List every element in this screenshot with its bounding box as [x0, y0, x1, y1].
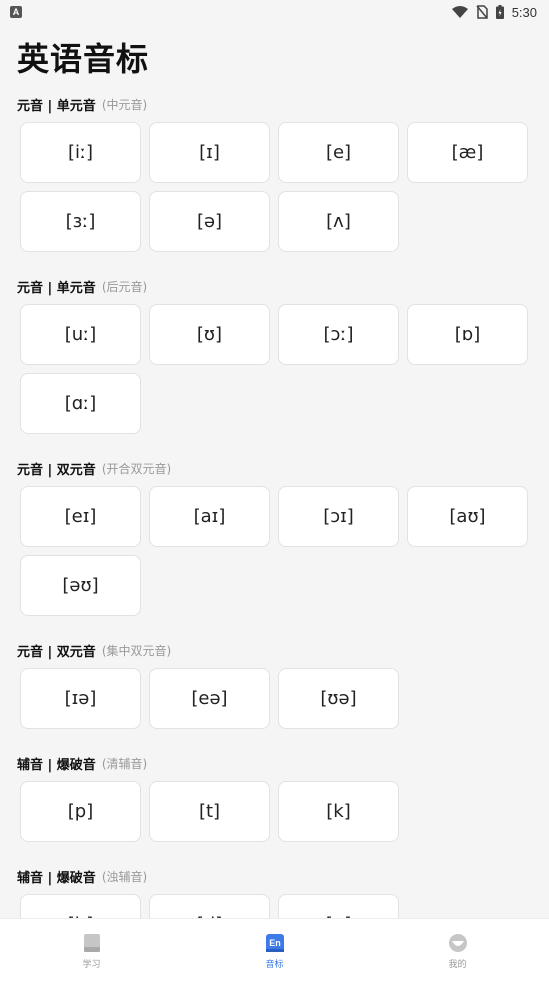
- phonetic-symbol-card[interactable]: [əʊ]: [20, 555, 141, 616]
- section-header: 元音 | 双元音 (集中双元音): [17, 638, 549, 662]
- phonetic-symbol-card[interactable]: [k]: [278, 781, 399, 842]
- page-title: 英语音标: [17, 40, 150, 78]
- phonetic-section: 元音 | 单元音 (中元音) [iː] [ɪ] [e] [æ] [ɜː] [ə] [ʌ]: [0, 92, 549, 252]
- section-header: 辅音 | 爆破音 (清辅音): [17, 751, 549, 775]
- phonetic-symbol-card[interactable]: [ɔɪ]: [278, 486, 399, 547]
- section-subtitle: (中元音): [101, 97, 148, 112]
- phonetic-symbol-card[interactable]: [ɒ]: [407, 304, 528, 365]
- phonetic-symbol-card[interactable]: [ʌ]: [278, 191, 399, 252]
- en-icon: En: [265, 933, 284, 952]
- symbol-grid: [ɪə] [eə] [ʊə]: [20, 668, 549, 729]
- section-subtitle: (清辅音): [101, 756, 148, 771]
- section-title: 元音 | 单元音: [17, 280, 96, 296]
- phonetic-section: 元音 | 双元音 (开合双元音) [eɪ] [aɪ] [ɔɪ] [aʊ] [əʊ]: [0, 456, 549, 616]
- symbol-grid: [uː] [ʊ] [ɔː] [ɒ] [ɑː]: [20, 304, 549, 434]
- phonetic-symbol-card[interactable]: [ə]: [149, 191, 270, 252]
- battery-icon: [495, 5, 504, 19]
- section-header: 元音 | 单元音 (中元音): [17, 92, 549, 116]
- phonetic-symbol-card[interactable]: [b]: [20, 894, 141, 918]
- phonetic-section: 辅音 | 爆破音 (清辅音) [p] [t] [k]: [0, 751, 549, 842]
- nav-tab-study[interactable]: 学习: [32, 933, 152, 970]
- phonetic-symbol-card[interactable]: [e]: [278, 122, 399, 183]
- nav-tab-phonetics[interactable]: En 音标: [215, 933, 335, 970]
- section-title: 元音 | 双元音: [17, 462, 96, 478]
- profile-icon: [448, 933, 467, 952]
- phonetic-symbol-card[interactable]: [ɑː]: [20, 373, 141, 434]
- phonetic-symbol-card[interactable]: [iː]: [20, 122, 141, 183]
- nav-tab-profile[interactable]: 我的: [398, 933, 518, 970]
- bottom-navigation: 学习 En 音标 我的: [0, 918, 549, 983]
- phonetic-symbol-card[interactable]: [eɪ]: [20, 486, 141, 547]
- wifi-icon: [451, 6, 468, 18]
- nav-label: 音标: [265, 959, 284, 970]
- book-icon: [83, 933, 100, 952]
- status-icons: 5:30: [451, 4, 537, 20]
- nav-label: 学习: [82, 959, 101, 970]
- phonetic-symbol-card[interactable]: [uː]: [20, 304, 141, 365]
- phonetics-list[interactable]: 元音 | 单元音 (中元音) [iː] [ɪ] [e] [æ] [ɜː] [ə] [ʌ] 元音 |…: [0, 92, 549, 918]
- phonetic-symbol-card[interactable]: [t]: [149, 781, 270, 842]
- section-subtitle: (浊辅音): [101, 869, 148, 884]
- phonetic-symbol-card[interactable]: [ɪə]: [20, 668, 141, 729]
- phonetic-symbol-card[interactable]: [ɜː]: [20, 191, 141, 252]
- symbol-grid: [b] [d] [g]: [20, 894, 549, 918]
- phonetic-symbol-card[interactable]: [aɪ]: [149, 486, 270, 547]
- phonetic-section: 元音 | 单元音 (后元音) [uː] [ʊ] [ɔː] [ɒ] [ɑː]: [0, 274, 549, 434]
- clock: 5:30: [511, 4, 537, 20]
- phonetic-symbol-card[interactable]: [d]: [149, 894, 270, 918]
- phonetic-symbol-card[interactable]: [eə]: [149, 668, 270, 729]
- section-title: 元音 | 双元音: [17, 644, 96, 660]
- phonetic-symbol-card[interactable]: [ʊə]: [278, 668, 399, 729]
- no-sim-icon: [476, 5, 488, 19]
- phonetic-symbol-card[interactable]: [g]: [278, 894, 399, 918]
- phonetic-symbol-card[interactable]: [p]: [20, 781, 141, 842]
- notification-icon: A: [10, 6, 22, 18]
- phonetic-section: 辅音 | 爆破音 (浊辅音) [b] [d] [g]: [0, 864, 549, 918]
- section-header: 辅音 | 爆破音 (浊辅音): [17, 864, 549, 888]
- symbol-grid: [p] [t] [k]: [20, 781, 549, 842]
- symbol-grid: [eɪ] [aɪ] [ɔɪ] [aʊ] [əʊ]: [20, 486, 549, 616]
- status-bar: A 5:30: [0, 0, 549, 24]
- section-subtitle: (后元音): [101, 279, 148, 294]
- phonetic-symbol-card[interactable]: [aʊ]: [407, 486, 528, 547]
- section-title: 辅音 | 爆破音: [17, 757, 96, 773]
- en-icon-text: En: [269, 938, 281, 948]
- section-subtitle: (开合双元音): [101, 461, 172, 476]
- symbol-grid: [iː] [ɪ] [e] [æ] [ɜː] [ə] [ʌ]: [20, 122, 549, 252]
- phonetic-symbol-card[interactable]: [æ]: [407, 122, 528, 183]
- section-title: 辅音 | 爆破音: [17, 870, 96, 886]
- section-subtitle: (集中双元音): [101, 643, 172, 658]
- phonetic-section: 元音 | 双元音 (集中双元音) [ɪə] [eə] [ʊə]: [0, 638, 549, 729]
- section-header: 元音 | 双元音 (开合双元音): [17, 456, 549, 480]
- nav-label: 我的: [448, 959, 467, 970]
- section-header: 元音 | 单元音 (后元音): [17, 274, 549, 298]
- phonetic-symbol-card[interactable]: [ɪ]: [149, 122, 270, 183]
- phonetic-symbol-card[interactable]: [ʊ]: [149, 304, 270, 365]
- section-title: 元音 | 单元音: [17, 98, 96, 114]
- phonetic-symbol-card[interactable]: [ɔː]: [278, 304, 399, 365]
